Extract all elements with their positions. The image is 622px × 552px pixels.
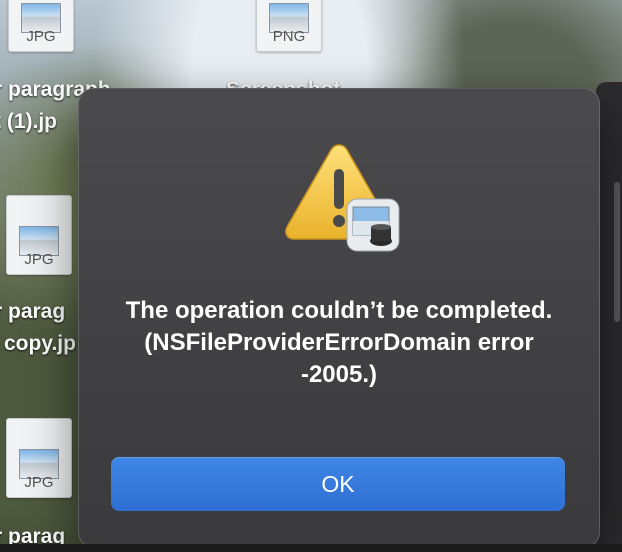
desktop-file-jpg-1[interactable]: JPG: [0, 0, 74, 52]
preview-app-icon: [346, 198, 400, 252]
document-icon: JPG: [8, 0, 74, 52]
file-extension: JPG: [26, 28, 56, 45]
file-extension: JPG: [24, 474, 54, 491]
desktop-file-jpg-3[interactable]: JPG: [0, 418, 72, 498]
file-extension: JPG: [24, 251, 54, 268]
alert-icon: [279, 139, 400, 252]
desktop-file-jpg-2[interactable]: JPG: [0, 195, 72, 275]
desktop-file-png[interactable]: PNG: [248, 0, 322, 52]
file-extension: PNG: [272, 28, 306, 45]
alert-message: The operation couldn’t be completed. (NS…: [125, 297, 553, 388]
file-name-label: copy.jp: [4, 332, 76, 355]
scrollbar[interactable]: [614, 182, 620, 322]
document-icon: JPG: [6, 418, 72, 498]
document-icon: JPG: [6, 195, 72, 275]
ok-button[interactable]: OK: [111, 457, 565, 511]
document-icon: PNG: [256, 0, 322, 52]
file-name-label: r parag: [0, 300, 66, 323]
alert-dialog: The operation couldn’t be completed. (NS…: [78, 88, 600, 548]
file-name-label: t (1).jp: [0, 110, 57, 133]
bottom-edge: [0, 544, 622, 552]
